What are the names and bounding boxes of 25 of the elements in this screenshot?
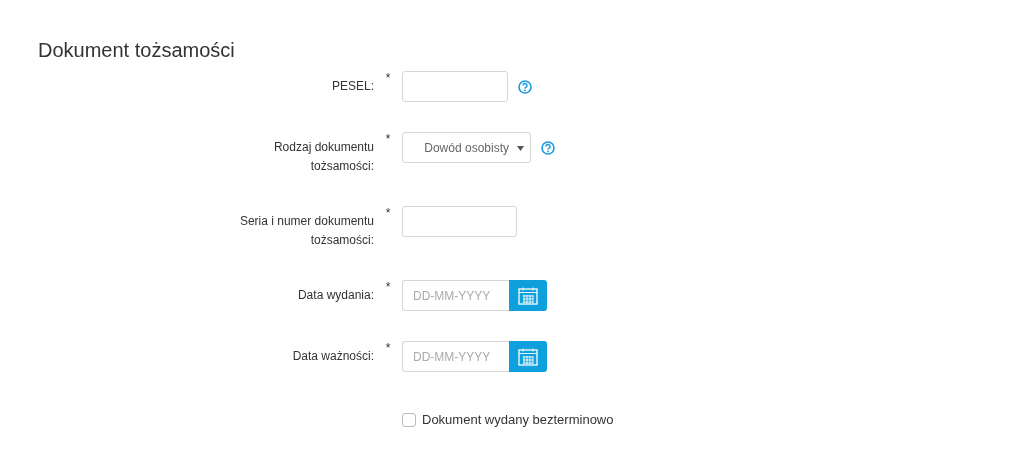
calendar-button[interactable] — [509, 341, 547, 372]
calendar-icon — [518, 347, 538, 366]
text-field[interactable] — [402, 206, 517, 237]
field-label: Seria i numer dokumentu tożsamości: — [238, 213, 374, 249]
field-label: Rodzaj dokumentu tożsamości: — [272, 139, 374, 175]
field-label: Data ważności: — [291, 348, 374, 365]
help-icon[interactable] — [541, 140, 555, 155]
required-mark: * — [384, 71, 392, 84]
checkbox[interactable] — [402, 412, 416, 427]
required-mark: * — [384, 132, 392, 145]
required-mark: * — [384, 206, 392, 219]
checkbox-label: Dokument wydany bezterminowo — [422, 411, 614, 429]
document-type-dropdown[interactable]: Dowód osobisty — [402, 132, 531, 163]
field-label: Data wydania: — [296, 287, 374, 304]
required-mark: * — [384, 341, 392, 354]
help-icon[interactable] — [518, 79, 532, 94]
date-field[interactable]: DD-MM-YYYY — [402, 280, 509, 311]
required-mark: * — [384, 280, 392, 293]
caret-icon — [517, 146, 524, 151]
calendar-button[interactable] — [509, 280, 547, 311]
calendar-icon — [518, 286, 538, 305]
text-field[interactable] — [402, 71, 508, 102]
section-title: Dokument tożsamości — [37, 38, 236, 63]
date-field[interactable]: DD-MM-YYYY — [402, 341, 509, 372]
field-label: PESEL: — [330, 78, 374, 95]
